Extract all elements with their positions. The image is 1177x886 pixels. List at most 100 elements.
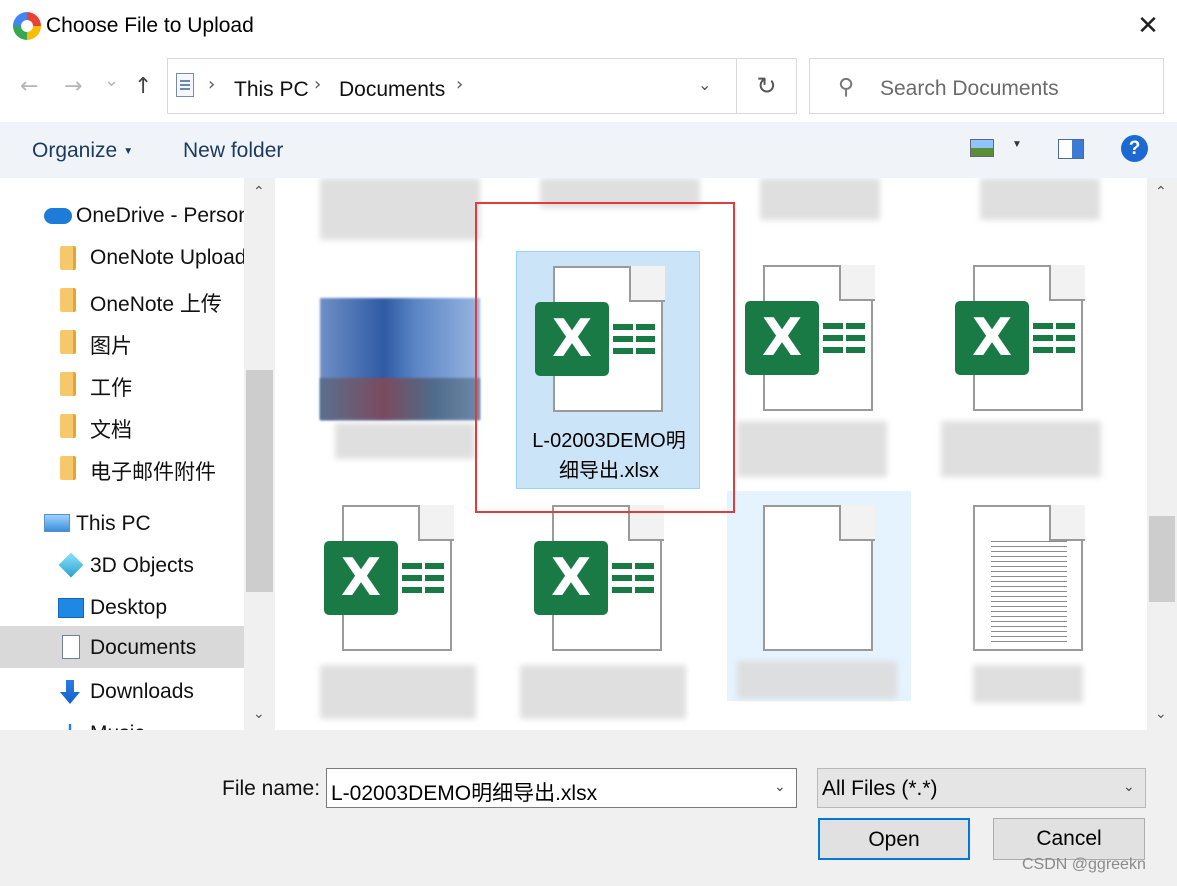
sidebar-item-onenote-upload-cn[interactable]: OneNote 上传 <box>0 278 244 320</box>
blurred-file-name <box>520 665 686 719</box>
file-fold-icon <box>418 505 454 541</box>
watermark-text: CSDN @ggreekn <box>1022 856 1146 873</box>
navigation-bar: ← → ⌄ ↑ › This PC › Documents › ⌄ ↻ ⚲ Se… <box>0 54 1177 122</box>
back-icon[interactable]: ← <box>20 74 38 99</box>
file-name-field[interactable]: L-02003DEMO明细导出.xlsx ⌄ <box>326 768 797 808</box>
folder-icon <box>60 288 76 312</box>
cancel-button[interactable]: Cancel <box>993 818 1145 860</box>
scroll-down-icon[interactable]: ⌄ <box>253 706 265 722</box>
blurred-file-tile[interactable] <box>320 178 480 240</box>
scroll-up-icon[interactable]: ⌃ <box>253 184 265 200</box>
desktop-icon <box>58 598 84 618</box>
sidebar-item-label: This PC <box>76 512 151 535</box>
excel-icon: X <box>955 301 1029 375</box>
excel-icon: X <box>745 301 819 375</box>
blurred-file-name <box>320 665 476 719</box>
breadcrumb-separator-icon: › <box>208 74 216 95</box>
sidebar-item-music[interactable]: Music <box>0 712 244 730</box>
organize-label: Organize <box>32 139 118 162</box>
file-tile[interactable] <box>937 491 1121 729</box>
file-list-scroll-thumb[interactable] <box>1149 516 1175 602</box>
title-bar: Choose File to Upload ✕ <box>0 0 1177 54</box>
file-type-value: All Files (*.*) <box>822 777 938 800</box>
excel-grid-icon <box>1033 323 1075 353</box>
excel-grid-icon <box>823 323 865 353</box>
folder-icon <box>60 372 76 396</box>
sidebar-item-3d-objects[interactable]: 3D Objects <box>0 544 244 586</box>
excel-grid-icon <box>612 563 654 593</box>
file-fold-icon <box>1049 265 1085 301</box>
blurred-file-tile[interactable] <box>980 178 1100 220</box>
open-button[interactable]: Open <box>818 818 970 860</box>
sidebar-item-label: Documents <box>90 636 197 659</box>
sidebar-item-work-cn[interactable]: 工作 <box>0 362 244 404</box>
close-icon[interactable]: ✕ <box>1130 8 1166 44</box>
sidebar-scrollbar[interactable]: ⌃ ⌄ <box>244 178 275 730</box>
breadcrumb-separator-icon[interactable]: › <box>456 74 463 95</box>
caret-down-icon: ▼ <box>123 145 134 157</box>
sidebar-scroll-thumb[interactable] <box>246 370 273 592</box>
window-title: Choose File to Upload <box>46 14 254 37</box>
sidebar-item-email-attachments-cn[interactable]: 电子邮件附件 <box>0 446 244 488</box>
blurred-file-name <box>737 421 887 477</box>
breadcrumb-this-pc[interactable]: This PC <box>234 78 309 102</box>
sidebar-item-label: Music <box>90 722 145 730</box>
sidebar-item-downloads[interactable]: Downloads <box>0 670 244 712</box>
navigation-pane: OneDrive - Person OneNote Upload OneNote… <box>0 178 244 730</box>
folder-icon <box>60 456 76 480</box>
scroll-down-icon[interactable]: ⌄ <box>1155 706 1167 722</box>
file-tile[interactable] <box>727 491 911 701</box>
help-icon[interactable]: ? <box>1121 135 1148 162</box>
file-tile[interactable]: X <box>727 251 911 489</box>
scroll-up-icon[interactable]: ⌃ <box>1155 184 1167 200</box>
chevron-down-icon[interactable]: ⌄ <box>698 75 711 94</box>
excel-icon: X <box>534 541 608 615</box>
up-folder-icon[interactable]: ↑ <box>134 74 152 99</box>
preview-pane-icon[interactable] <box>1058 139 1084 159</box>
new-folder-button[interactable]: New folder <box>183 139 283 163</box>
blurred-file-name <box>737 661 897 699</box>
sidebar-item-this-pc[interactable]: This PC <box>0 502 244 544</box>
sidebar-item-label: Downloads <box>90 680 194 703</box>
file-name-value[interactable]: L-02003DEMO明细导出.xlsx <box>331 777 597 807</box>
organize-button[interactable]: Organize ▼ <box>32 139 133 163</box>
chevron-down-icon[interactable]: ⌄ <box>774 779 786 795</box>
search-placeholder: Search Documents <box>880 77 1059 100</box>
refresh-icon[interactable]: ↻ <box>736 59 796 113</box>
file-name-label: File name: <box>222 777 321 800</box>
sidebar-item-desktop[interactable]: Desktop <box>0 586 244 628</box>
search-input[interactable]: ⚲ Search Documents <box>809 58 1164 114</box>
sidebar-item-documents[interactable]: Documents <box>0 626 244 668</box>
sidebar-item-label: OneNote Upload <box>90 246 244 269</box>
downloads-icon <box>60 680 80 704</box>
recent-locations-icon[interactable]: ⌄ <box>104 70 119 91</box>
search-icon: ⚲ <box>838 75 855 100</box>
change-view-icon[interactable] <box>970 139 994 157</box>
dialog-footer: File name: L-02003DEMO明细导出.xlsx ⌄ All Fi… <box>0 730 1177 886</box>
file-tile[interactable]: X <box>306 491 490 729</box>
file-list-scrollbar[interactable]: ⌃ ⌄ <box>1147 178 1177 730</box>
sidebar-item-onenote-upload[interactable]: OneNote Upload <box>0 236 244 278</box>
sidebar-item-label: OneNote 上传 <box>90 293 222 316</box>
documents-location-icon <box>176 73 194 97</box>
sidebar-item-documents-cn[interactable]: 文档 <box>0 404 244 446</box>
sidebar-item-label: OneDrive - Person <box>76 204 244 227</box>
forward-icon[interactable]: → <box>64 74 82 99</box>
file-tile[interactable]: X <box>516 491 700 729</box>
file-fold-icon <box>1049 505 1085 541</box>
breadcrumb-separator-icon[interactable]: › <box>314 74 321 95</box>
app-logo-icon <box>13 12 41 40</box>
documents-icon <box>62 635 80 659</box>
blurred-file-tile[interactable] <box>760 178 880 220</box>
sidebar-item-pictures-cn[interactable]: 图片 <box>0 320 244 362</box>
breadcrumb-documents[interactable]: Documents <box>339 78 445 102</box>
file-tile[interactable]: X <box>937 251 1121 489</box>
chevron-down-icon[interactable]: ⌄ <box>1123 779 1135 795</box>
address-bar[interactable]: › This PC › Documents › ⌄ ↻ <box>167 58 797 114</box>
file-type-select[interactable]: All Files (*.*) ⌄ <box>817 768 1146 808</box>
folder-icon <box>60 330 76 354</box>
command-toolbar: Organize ▼ New folder ▼ <box>0 122 1177 178</box>
caret-down-icon[interactable]: ▼ <box>1012 139 1022 150</box>
sidebar-item-onedrive[interactable]: OneDrive - Person <box>0 194 244 236</box>
blurred-file-name <box>335 423 475 459</box>
